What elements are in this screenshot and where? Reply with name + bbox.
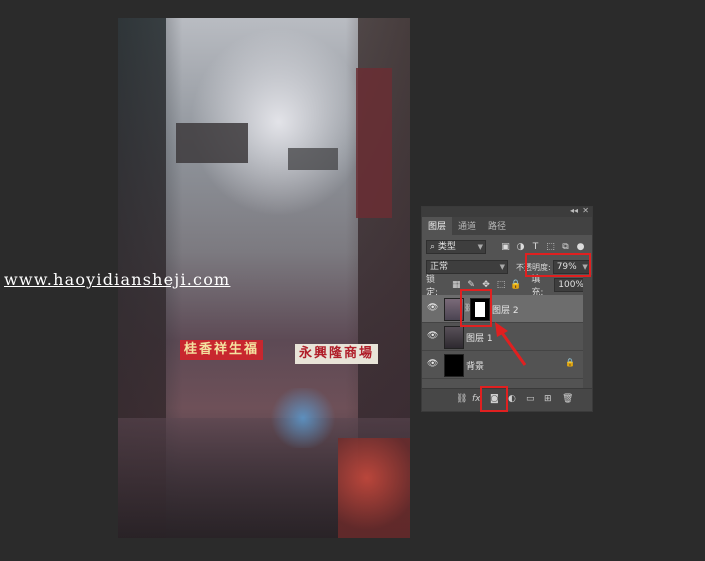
annotation-arrow bbox=[495, 322, 527, 366]
